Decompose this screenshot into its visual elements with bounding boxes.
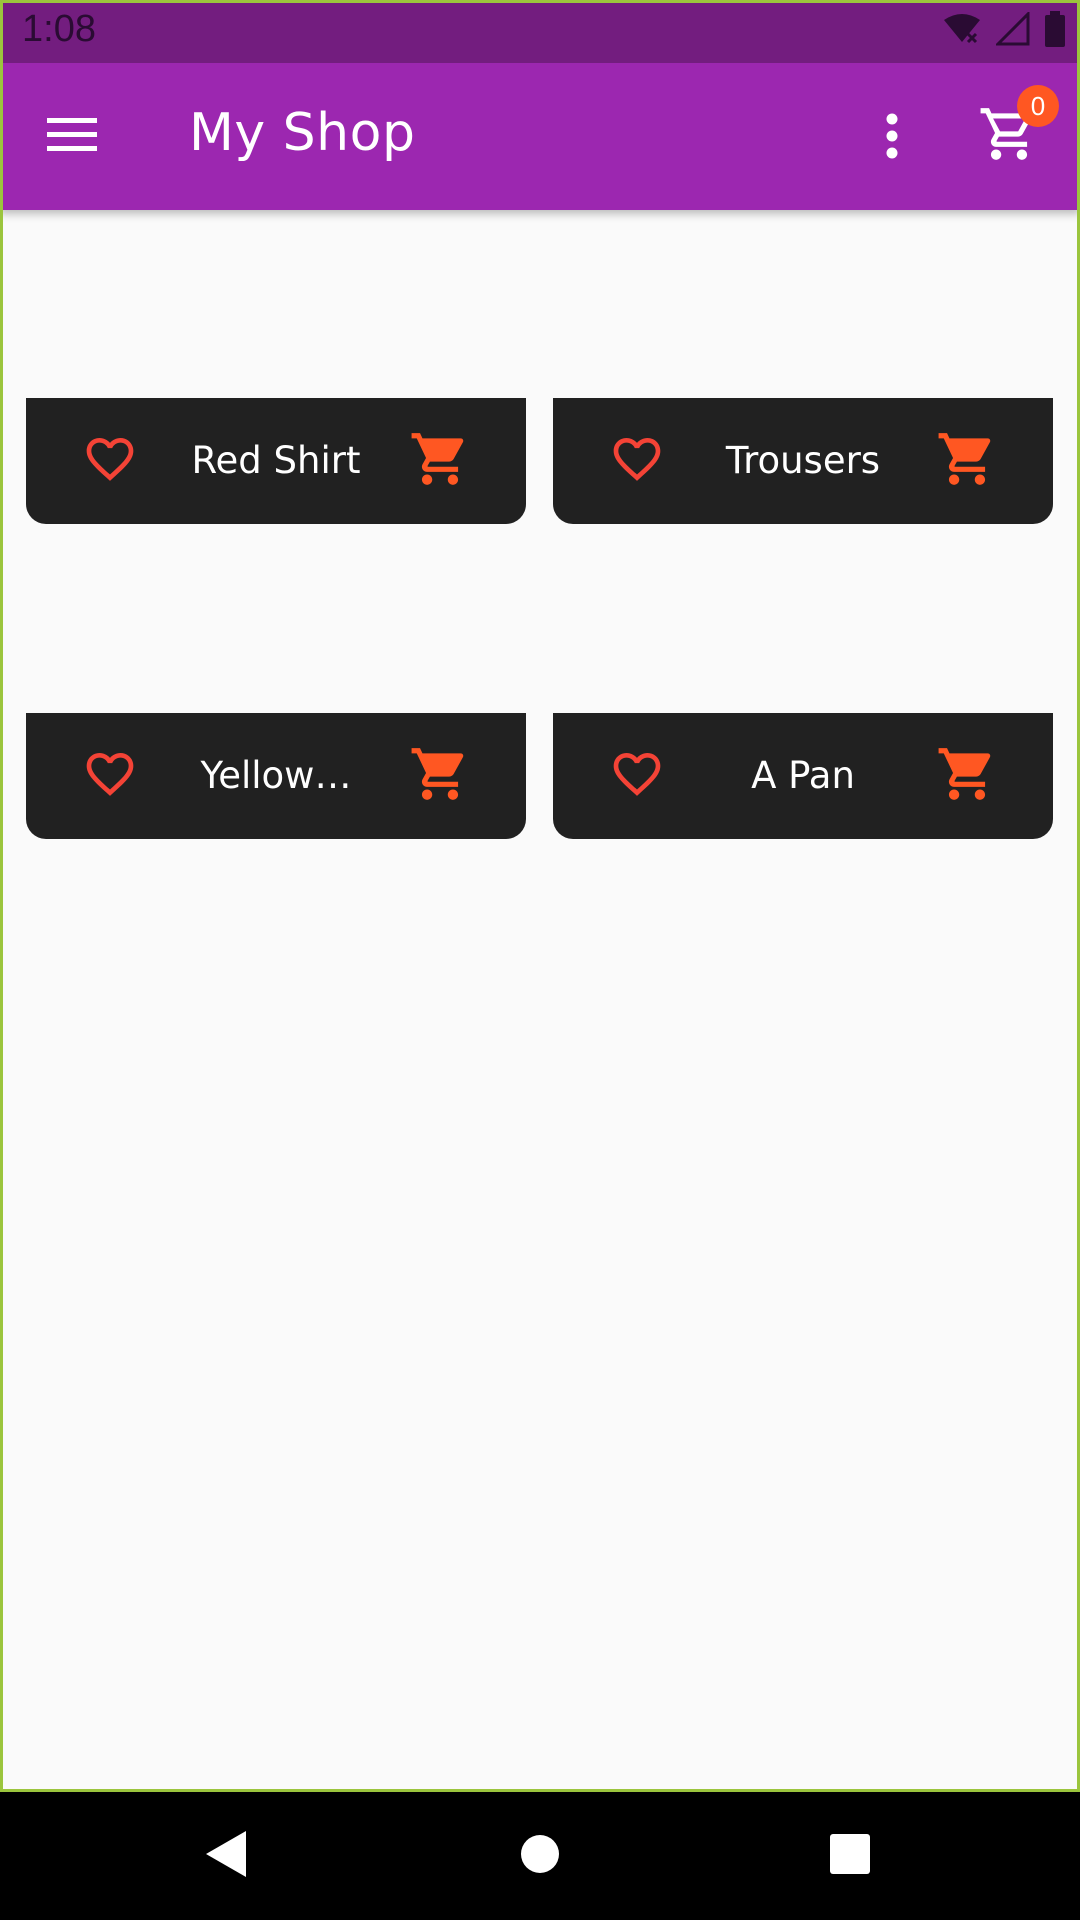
status-bar: 1:08	[0, 0, 1080, 63]
hamburger-menu-icon	[47, 115, 99, 160]
cart-count-badge: 0	[1017, 85, 1059, 127]
heart-outline-icon	[609, 431, 665, 492]
cell-signal-icon	[994, 9, 1030, 51]
back-button[interactable]	[185, 1816, 265, 1896]
home-button[interactable]	[500, 1816, 580, 1896]
product-name: Trousers	[725, 439, 881, 482]
add-to-cart-button[interactable]	[933, 742, 1001, 810]
battery-icon	[1044, 10, 1066, 52]
back-icon	[202, 1829, 248, 1884]
recents-icon	[829, 1833, 871, 1880]
favorite-button[interactable]	[603, 427, 671, 495]
add-shopping-cart-icon	[936, 743, 998, 810]
add-shopping-cart-icon	[409, 743, 471, 810]
wifi-off-icon	[942, 12, 982, 51]
favorite-button[interactable]	[76, 427, 144, 495]
product-tile[interactable]: Trousers	[553, 398, 1053, 524]
add-to-cart-button[interactable]	[933, 427, 1001, 495]
add-shopping-cart-icon	[936, 428, 998, 495]
status-time: 1:08	[22, 8, 96, 50]
heart-outline-icon	[609, 746, 665, 807]
add-to-cart-button[interactable]	[406, 427, 474, 495]
status-icons	[942, 9, 1066, 52]
heart-outline-icon	[82, 431, 138, 492]
product-name: A Pan	[751, 754, 855, 797]
menu-button[interactable]	[36, 105, 110, 169]
heart-outline-icon	[82, 746, 138, 807]
product-tile[interactable]: A Pan	[553, 713, 1053, 839]
product-tile[interactable]: Red Shirt	[26, 398, 526, 524]
product-tile[interactable]: Yellow…	[26, 713, 526, 839]
add-shopping-cart-icon	[409, 428, 471, 495]
favorite-button[interactable]	[76, 742, 144, 810]
app-frame-border	[0, 0, 1080, 1792]
add-to-cart-button[interactable]	[406, 742, 474, 810]
more-vert-icon	[885, 113, 899, 164]
overflow-menu-button[interactable]	[862, 103, 922, 173]
navigation-bar	[0, 1792, 1080, 1920]
app-title: My Shop	[189, 103, 416, 163]
recents-button[interactable]	[810, 1816, 890, 1896]
app-bar: My Shop	[0, 63, 1080, 210]
product-name: Red Shirt	[191, 439, 361, 482]
product-name: Yellow…	[200, 754, 352, 797]
screen: 1:08 My Shop 0 Red Shirt Trousers Yellow…	[0, 0, 1080, 1920]
shopping-cart-icon	[978, 108, 1040, 169]
favorite-button[interactable]	[603, 742, 671, 810]
home-icon	[520, 1834, 560, 1879]
